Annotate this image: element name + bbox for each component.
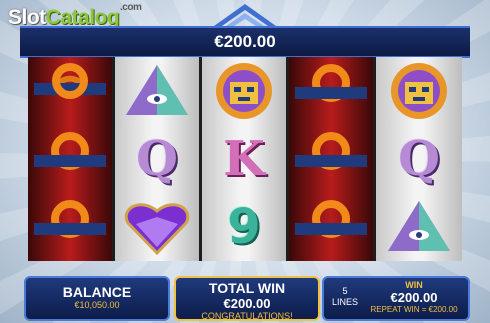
win-label: WIN bbox=[405, 280, 423, 290]
reel-symbol: Q bbox=[136, 131, 178, 187]
horseshoe-icon bbox=[28, 193, 112, 261]
total-win-label: TOTAL WIN bbox=[208, 280, 286, 296]
congratulations-text: CONGRATULATIONS! bbox=[201, 311, 293, 321]
total-win-panel: TOTAL WIN €200.00 CONGRATULATIONS! bbox=[174, 276, 320, 321]
heart-gem-icon bbox=[115, 193, 199, 261]
reel-symbol: K bbox=[223, 131, 265, 187]
mask-icon bbox=[202, 57, 286, 125]
reel-3: K 9 bbox=[202, 57, 286, 261]
reel-symbol: Q bbox=[398, 131, 440, 187]
total-win-value: €200.00 bbox=[223, 296, 271, 311]
reel-1 bbox=[28, 57, 112, 261]
reel-2: Q bbox=[115, 57, 199, 261]
pyramid-icon bbox=[115, 57, 199, 125]
horseshoe-icon bbox=[289, 193, 373, 261]
horseshoe-icon bbox=[289, 125, 373, 193]
balance-label: BALANCE bbox=[62, 284, 132, 300]
reel-symbol: 9 bbox=[227, 199, 261, 255]
win-panel: 5 LINES WIN €200.00 REPEAT WIN = €200.00 bbox=[322, 276, 470, 321]
balance-value: €10,050.00 bbox=[74, 300, 120, 310]
bet-banner: €200.00 bbox=[20, 26, 470, 58]
repeat-win-text: REPEAT WIN = €200.00 bbox=[370, 305, 458, 314]
reel-grid: Q K 9 Q bbox=[28, 57, 462, 261]
lines-indicator: 5 LINES bbox=[331, 286, 358, 307]
balance-panel: BALANCE €10,050.00 bbox=[24, 276, 170, 321]
horseshoe-icon bbox=[28, 57, 112, 125]
pyramid-icon bbox=[376, 193, 462, 261]
reel-4 bbox=[289, 57, 373, 261]
bet-amount: €200.00 bbox=[214, 32, 276, 51]
win-value: €200.00 bbox=[390, 290, 438, 305]
horseshoe-icon bbox=[289, 57, 373, 125]
horseshoe-icon bbox=[28, 125, 112, 193]
crest-icon bbox=[214, 4, 276, 26]
reel-5: Q bbox=[376, 57, 462, 261]
mask-icon bbox=[376, 57, 462, 125]
